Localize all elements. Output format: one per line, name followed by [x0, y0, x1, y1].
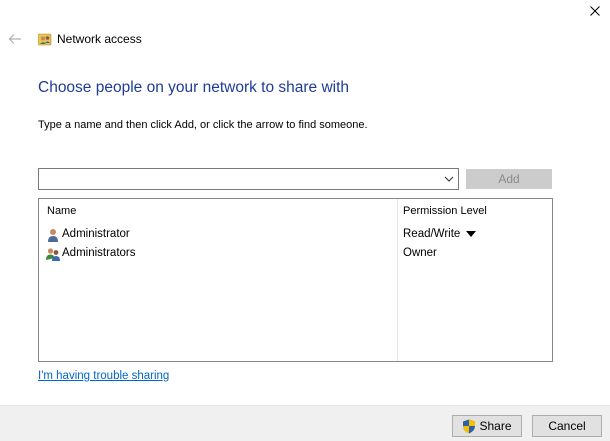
close-button[interactable]: [580, 0, 610, 22]
add-button[interactable]: Add: [466, 169, 552, 189]
name-input[interactable]: [39, 169, 439, 189]
chevron-down-icon: [444, 176, 454, 182]
network-users-icon: [38, 33, 52, 46]
column-header-name[interactable]: Name: [47, 205, 76, 217]
footer-bar: Share Cancel: [0, 405, 610, 441]
cancel-button[interactable]: Cancel: [532, 415, 602, 437]
uac-shield-icon: [463, 419, 476, 433]
user-icon: [48, 229, 58, 242]
share-button[interactable]: Share: [452, 415, 522, 437]
page-heading: Choose people on your network to share w…: [38, 79, 350, 96]
column-header-permission[interactable]: Permission Level: [403, 205, 487, 217]
row-permission: Read/Write: [403, 228, 461, 240]
column-divider: [397, 199, 398, 361]
permission-dropdown[interactable]: Read/Write: [403, 228, 477, 240]
window-title: Network access: [57, 32, 142, 46]
share-label: Share: [479, 419, 512, 433]
instructions-text: Type a name and then click Add, or click…: [38, 119, 368, 131]
list-row[interactable]: Administrator Read/Write: [39, 225, 552, 244]
dropdown-arrow-icon: [466, 231, 477, 237]
sharing-list[interactable]: Name Permission Level Administrator Read…: [38, 198, 553, 362]
row-permission: Owner: [403, 247, 437, 259]
row-name: Administrators: [62, 247, 136, 259]
group-icon: [46, 248, 60, 261]
list-row[interactable]: Administrators Owner: [39, 244, 552, 263]
back-arrow-icon: [8, 34, 21, 44]
row-name: Administrator: [62, 228, 130, 240]
combo-dropdown-button[interactable]: [440, 169, 458, 189]
back-button[interactable]: [6, 31, 24, 47]
permission-label: Owner: [403, 247, 437, 259]
trouble-sharing-link[interactable]: I'm having trouble sharing: [38, 370, 169, 382]
close-icon: [590, 6, 600, 16]
name-combobox[interactable]: [38, 168, 459, 190]
